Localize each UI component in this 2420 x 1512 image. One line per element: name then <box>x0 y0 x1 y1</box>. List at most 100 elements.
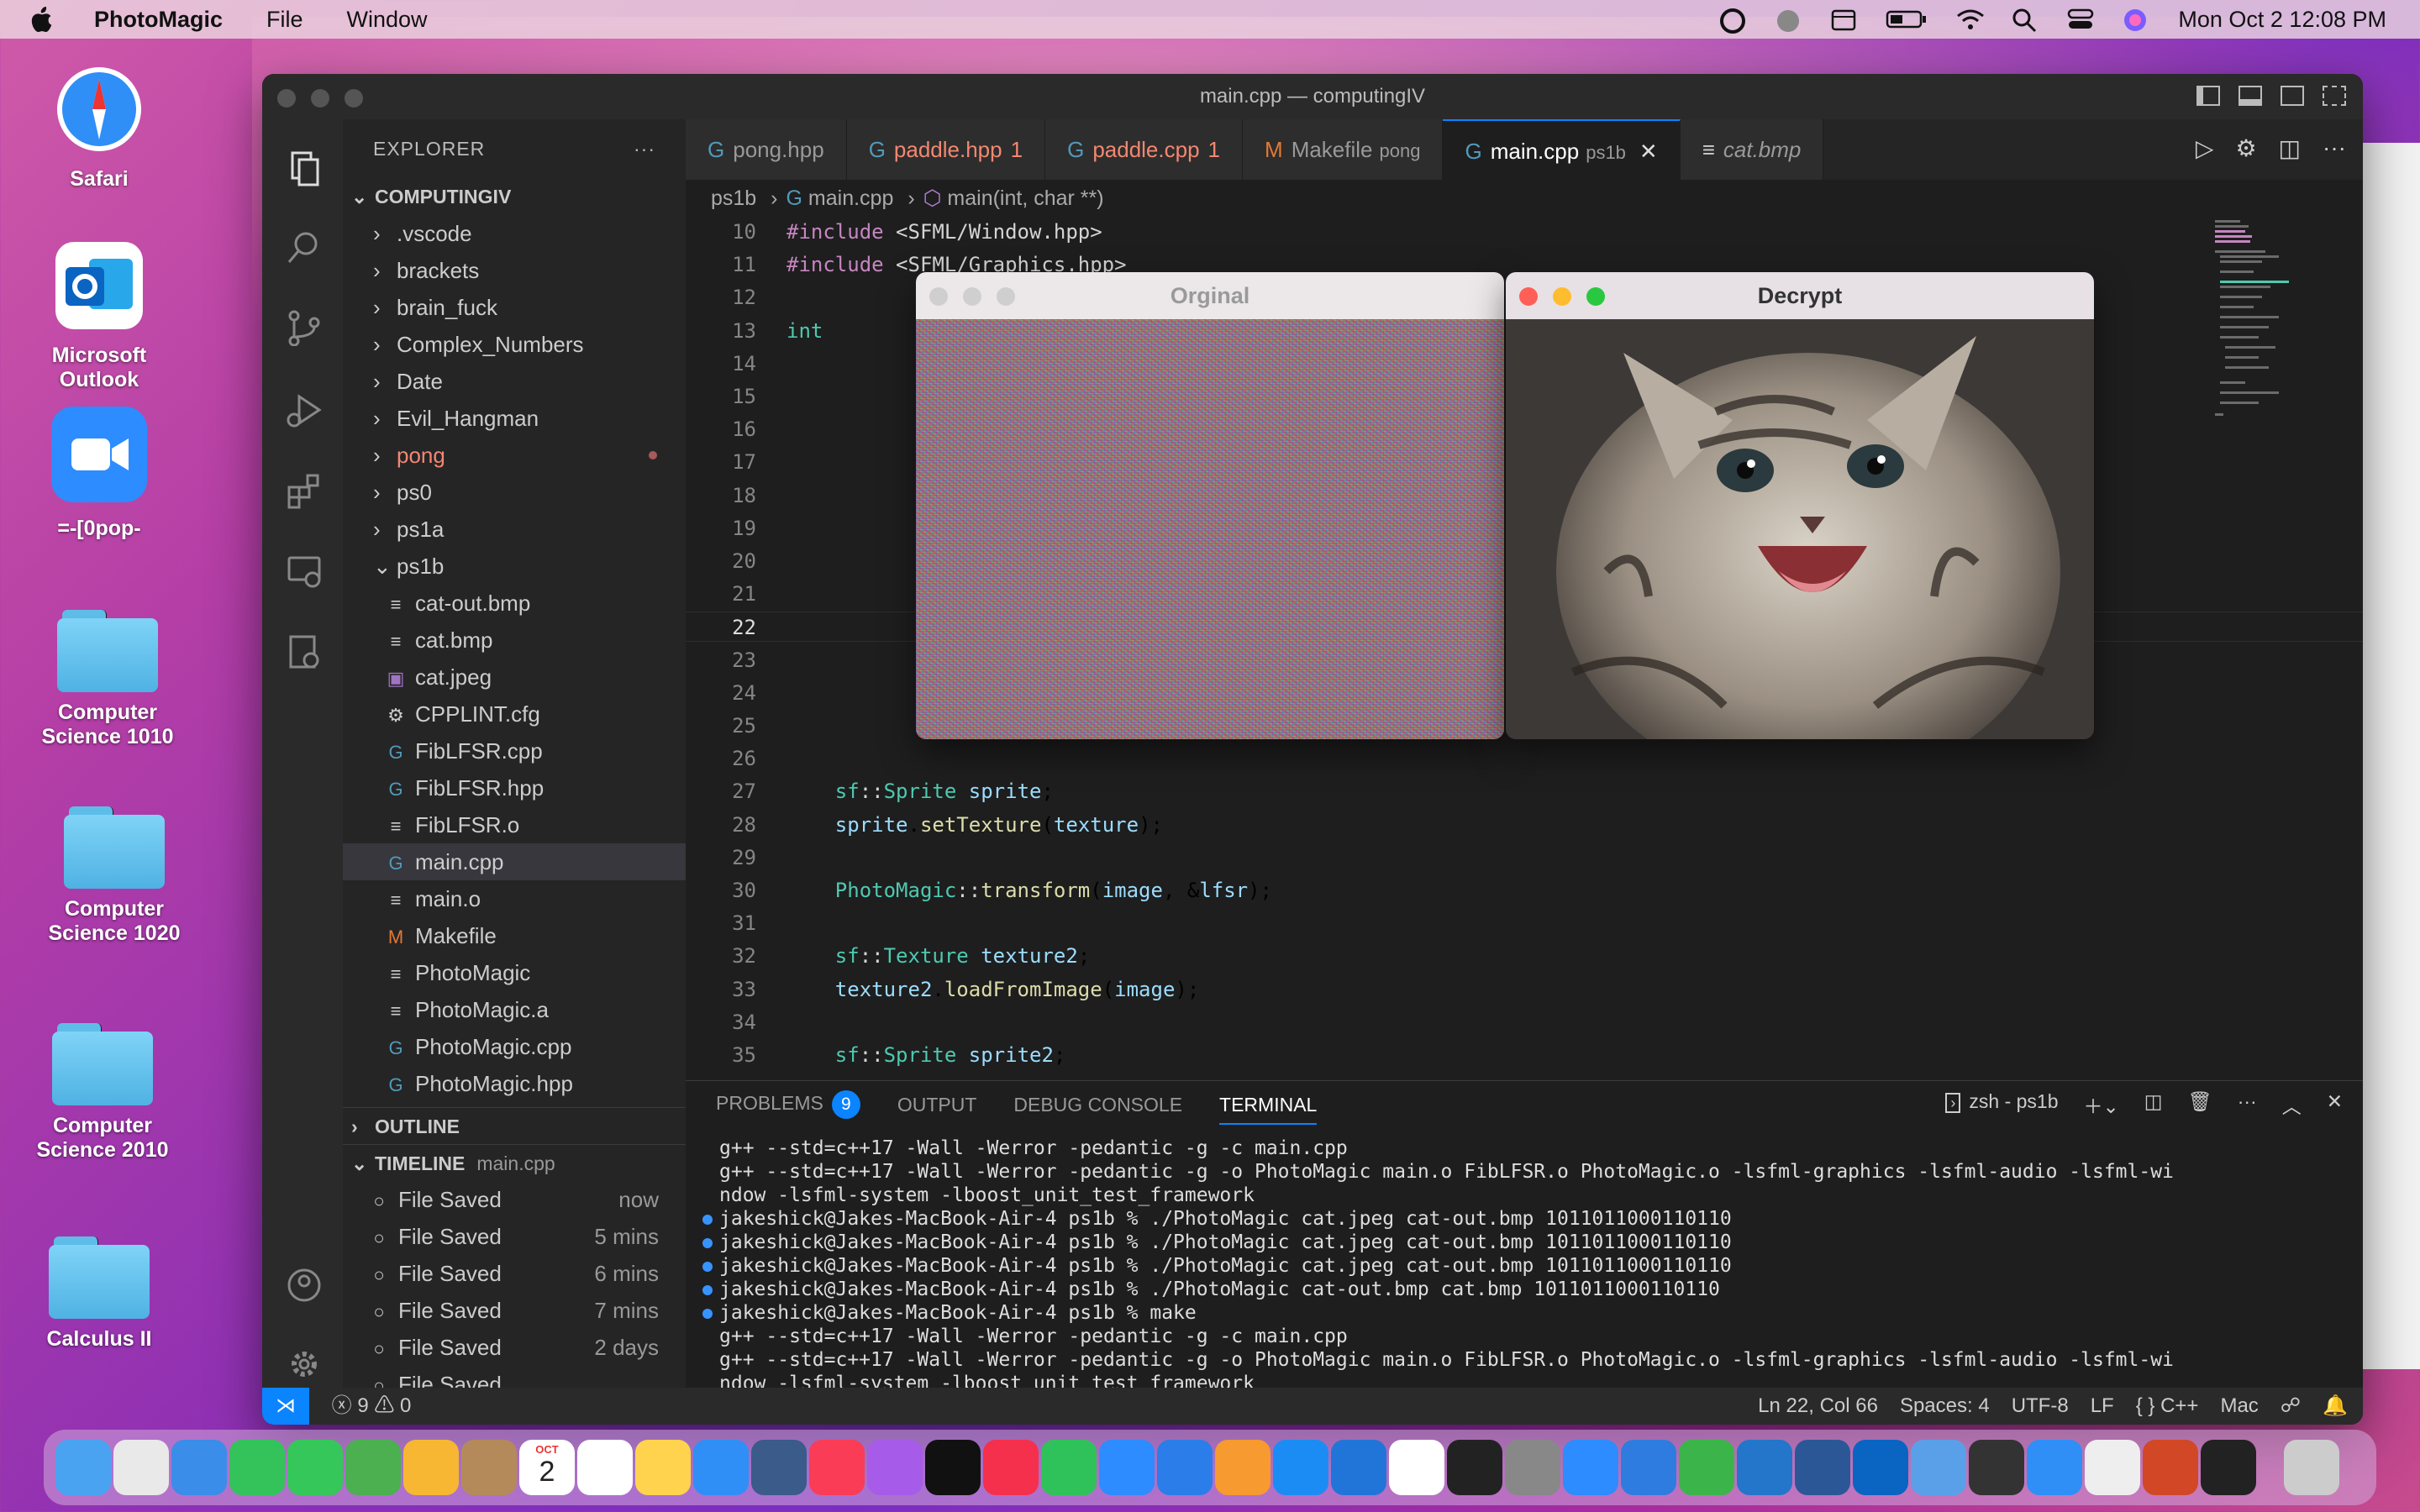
notifications-bell-icon[interactable]: 🔔 <box>2323 1388 2348 1425</box>
word-icon[interactable] <box>1795 1440 1850 1495</box>
globe-icon[interactable] <box>1775 8 1802 32</box>
file-item[interactable]: ≡ FibLFSR.o <box>343 806 686 843</box>
extensions-icon[interactable] <box>286 472 323 509</box>
folder-item[interactable]: › Complex_Numbers <box>343 326 686 363</box>
original-window[interactable]: Orginal <box>916 272 1504 739</box>
icloud-icon[interactable] <box>1679 1440 1734 1495</box>
terminal-selector[interactable]: › zsh - ps1b <box>1945 1090 2059 1119</box>
close-button[interactable] <box>1519 287 1538 306</box>
battery-icon[interactable] <box>1886 8 1928 31</box>
zoom-app-icon[interactable] <box>1563 1440 1618 1495</box>
search-icon[interactable] <box>286 228 323 265</box>
file-item[interactable]: ≡ cat.bmp <box>343 622 686 659</box>
breadcrumb-file[interactable]: main.cpp <box>808 186 893 210</box>
mail-icon[interactable] <box>171 1440 227 1495</box>
tab-debug-console[interactable]: DEBUG CONSOLE <box>1013 1094 1182 1116</box>
run-icon[interactable]: ▷ <box>2196 134 2214 162</box>
menu-file[interactable]: File <box>266 7 303 33</box>
run-debug-icon[interactable] <box>286 391 323 428</box>
editor-tab[interactable]: ≡ cat.bmp <box>1680 119 1824 180</box>
file-item[interactable]: G PhotoMagic.cpp <box>343 1028 686 1065</box>
outline-section[interactable]: › OUTLINE <box>343 1107 686 1144</box>
clock[interactable]: Mon Oct 2 12:08 PM <box>2178 7 2386 33</box>
reminders-icon[interactable] <box>577 1440 633 1495</box>
notes-icon[interactable] <box>635 1440 691 1495</box>
timeline-item[interactable]: ○ File Saved 7 mins <box>343 1292 686 1329</box>
file-item[interactable]: G FibLFSR.hpp <box>343 769 686 806</box>
podcasts-icon[interactable] <box>867 1440 923 1495</box>
close-panel-icon[interactable]: ✕ <box>2327 1090 2343 1119</box>
facetime-icon[interactable] <box>229 1440 285 1495</box>
textedit-icon[interactable] <box>2085 1440 2140 1495</box>
new-terminal-icon[interactable]: ＋⌄ <box>2084 1090 2119 1119</box>
settings-gear-icon[interactable]: ⚙ <box>2235 134 2256 162</box>
quicktime-icon[interactable] <box>751 1440 807 1495</box>
folder-item[interactable]: › brain_fuck <box>343 289 686 326</box>
folder-item[interactable]: › Evil_Hangman <box>343 400 686 437</box>
siri-icon[interactable] <box>2123 8 2149 31</box>
folder-item[interactable]: › ps1a <box>343 511 686 548</box>
contacts-icon[interactable] <box>461 1440 517 1495</box>
music-icon[interactable] <box>809 1440 865 1495</box>
appletv-icon[interactable] <box>925 1440 981 1495</box>
platform[interactable]: Mac <box>2220 1388 2258 1425</box>
workspace-root[interactable]: ⌄ COMPUTINGIV <box>343 178 686 215</box>
remote-indicator[interactable]: ⋊ <box>262 1388 309 1425</box>
zoom-button[interactable] <box>345 89 363 108</box>
menu-window[interactable]: Window <box>347 7 428 33</box>
customize-layout-icon[interactable] <box>2323 86 2346 106</box>
desktop-icon-cs2010[interactable]: Computer Science 2010 <box>18 1023 187 1163</box>
explorer-icon[interactable] <box>286 150 323 186</box>
search-icon[interactable] <box>2012 8 2039 33</box>
timeline-item[interactable]: ○ File Saved 6 mins <box>343 1255 686 1292</box>
file-item[interactable]: ≡ PhotoMagic.a <box>343 991 686 1028</box>
minimize-button[interactable] <box>311 89 329 108</box>
network-icon[interactable] <box>1911 1440 1966 1495</box>
app-menu[interactable]: PhotoMagic <box>94 7 223 33</box>
preview-icon[interactable] <box>2027 1440 2082 1495</box>
test-icon[interactable] <box>286 633 323 670</box>
encoding[interactable]: UTF-8 <box>2012 1388 2069 1425</box>
more-icon[interactable]: ··· <box>2238 1090 2257 1119</box>
terminal-icon[interactable] <box>1447 1440 1502 1495</box>
cursor-position[interactable]: Ln 22, Col 66 <box>1758 1388 1878 1425</box>
onedrive-icon[interactable] <box>1621 1440 1676 1495</box>
folder-item[interactable]: ⌄ ps1b <box>343 548 686 585</box>
toggle-sidebar-icon[interactable] <box>2196 86 2220 106</box>
language-mode[interactable]: { } C++ <box>2136 1388 2199 1425</box>
file-item[interactable]: ≡ PhotoMagic <box>343 954 686 991</box>
file-item[interactable]: ⚙ CPPLINT.cfg <box>343 696 686 732</box>
zoom-button[interactable] <box>997 287 1015 306</box>
photos-icon[interactable] <box>403 1440 459 1495</box>
file-item[interactable]: ≡ main.o <box>343 880 686 917</box>
problems-status[interactable]: ⓧ 9 ⚠ 0 <box>332 1394 412 1417</box>
folder-item[interactable]: › Date <box>343 363 686 400</box>
keynote-icon[interactable] <box>1157 1440 1213 1495</box>
trash-icon[interactable] <box>2284 1440 2339 1495</box>
control-center-icon[interactable] <box>2067 8 2094 31</box>
editor-tab[interactable]: Gmain.cpp ps1b ✕ <box>1443 119 1681 180</box>
file-item[interactable]: M Makefile <box>343 917 686 954</box>
terminal-output[interactable]: g++ --std=c++17 -Wall -Werror -pedantic … <box>702 1137 2349 1425</box>
file-item[interactable]: ≡ cat-out.bmp <box>343 585 686 622</box>
tab-problems[interactable]: PROBLEMS 9 <box>716 1090 860 1119</box>
source-control-icon[interactable] <box>286 309 323 346</box>
more-icon[interactable]: ··· <box>2323 134 2346 162</box>
tab-output[interactable]: OUTPUT <box>897 1094 977 1116</box>
editor-tab[interactable]: Gpaddle.cpp 1 <box>1045 119 1244 180</box>
numbers-icon[interactable] <box>1041 1440 1097 1495</box>
end-of-line[interactable]: LF <box>2091 1388 2114 1425</box>
split-editor-icon[interactable]: ◫ <box>2279 134 2301 162</box>
calendar-menu-icon[interactable] <box>1830 8 1857 31</box>
timeline-item[interactable]: ○ File Saved now <box>343 1181 686 1218</box>
terminal-window-icon[interactable] <box>2201 1440 2256 1495</box>
calendar-icon[interactable]: OCT 2 <box>519 1440 575 1495</box>
outlook-icon[interactable] <box>1853 1440 1908 1495</box>
safari-icon[interactable] <box>693 1440 749 1495</box>
folder-item[interactable]: › pong <box>343 437 686 474</box>
file-item[interactable]: ▣ cat.jpeg <box>343 659 686 696</box>
editor-tab[interactable]: Gpong.hpp <box>686 119 847 180</box>
desktop-icon-zoom[interactable]: =-[0pop- <box>15 407 183 541</box>
desktop-icon-safari[interactable]: Safari <box>15 66 183 192</box>
manage-gear-icon[interactable] <box>286 1346 323 1383</box>
